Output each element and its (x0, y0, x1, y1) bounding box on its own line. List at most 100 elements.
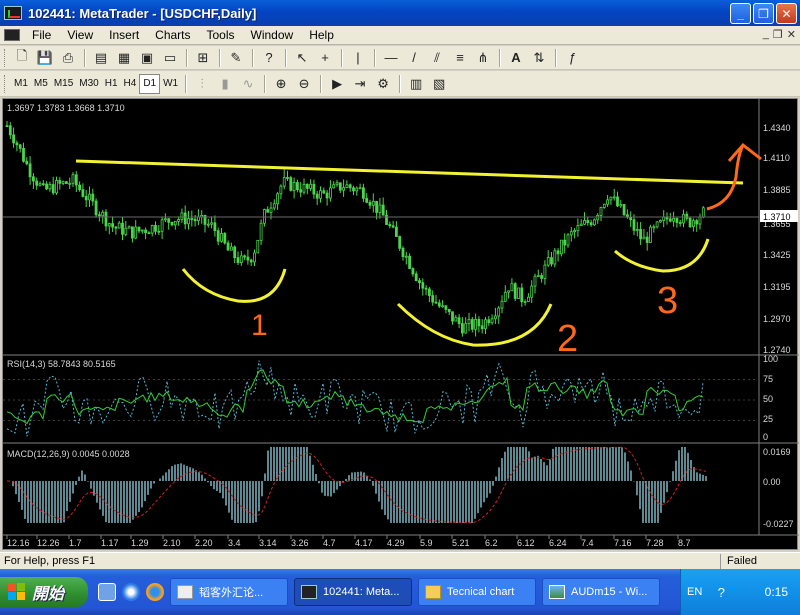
mdi-minimize-icon[interactable]: _ (763, 28, 769, 41)
chart-document-icon[interactable] (4, 29, 20, 41)
horizontal-line-icon[interactable]: — (380, 48, 402, 68)
new-order-icon[interactable]: ⊞ (192, 48, 214, 68)
task-button-image[interactable]: AUDm15 - Wi... (542, 578, 660, 606)
candle-body (556, 250, 560, 255)
candle-body (398, 236, 402, 249)
chart-shift-icon[interactable]: ⇥ (349, 74, 371, 94)
date-tick: 12.26 (37, 538, 60, 548)
mdi-restore-icon[interactable]: ❐ (773, 28, 783, 41)
trend-line-icon[interactable]: / (403, 48, 425, 68)
new-document-icon[interactable]: 🗋 (11, 48, 33, 68)
candle-body (589, 222, 593, 226)
candle-body (137, 226, 141, 232)
menu-window[interactable]: Window (243, 28, 302, 42)
language-indicator[interactable]: EN (687, 586, 702, 598)
vertical-line-icon[interactable]: | (347, 48, 369, 68)
chart-window[interactable]: 1 2 3 1.3697 1.3783 1.3668 1.3710 RSI(14… (2, 98, 799, 551)
candle-body (15, 142, 19, 146)
zoom-in-icon[interactable]: ⊕ (270, 74, 292, 94)
candle-series[interactable] (5, 120, 705, 337)
crosshair-icon[interactable]: + (314, 48, 336, 68)
candle-body (51, 184, 55, 194)
candle-body (371, 200, 375, 206)
candle-body (345, 184, 349, 188)
mdi-close-icon[interactable]: ✕ (787, 28, 796, 41)
timeframe-h1[interactable]: H1 (102, 74, 121, 94)
price-tick: 1.4110 (763, 153, 790, 163)
market-watch-icon[interactable]: ▤ (90, 48, 112, 68)
close-button[interactable]: ✕ (776, 3, 797, 24)
toolbar-grip[interactable] (4, 48, 8, 67)
timeframe-h4[interactable]: H4 (121, 74, 140, 94)
candle-body (698, 216, 702, 225)
candle-body (609, 196, 613, 201)
menu-file[interactable]: File (24, 28, 59, 42)
rsi-indicator[interactable] (3, 360, 759, 437)
task-button-metatrader[interactable]: 102441: Meta... (294, 578, 412, 606)
menu-help[interactable]: Help (301, 28, 342, 42)
indicators-icon[interactable]: ⚙ (372, 74, 394, 94)
timeframe-m5[interactable]: M5 (31, 74, 51, 94)
date-tick: 6.12 (517, 538, 535, 548)
gann-fan-icon[interactable]: ⋔ (472, 48, 494, 68)
minimize-button[interactable]: _ (730, 3, 751, 24)
candle-body (18, 144, 22, 149)
line-chart-icon[interactable]: ∿ (237, 74, 259, 94)
templates-icon[interactable]: ▧ (428, 74, 450, 94)
cursor-icon[interactable]: ↖ (291, 48, 313, 68)
timeframe-d1[interactable]: D1 (139, 73, 161, 94)
terminal-icon[interactable]: ▭ (159, 48, 181, 68)
periods-icon[interactable]: ▥ (405, 74, 427, 94)
candlestick-icon[interactable]: ▮ (214, 74, 236, 94)
expert-advisors-icon[interactable]: ✎ (225, 48, 247, 68)
start-button[interactable]: 開始 (0, 577, 88, 607)
menu-insert[interactable]: Insert (101, 28, 147, 42)
help-balloon-icon[interactable]: ? (710, 582, 732, 602)
candle-body (229, 246, 233, 251)
data-window-icon[interactable]: ▦ (113, 48, 135, 68)
channel-icon[interactable]: ⫽ (426, 48, 448, 68)
maximize-button[interactable]: ❐ (753, 3, 774, 24)
candle-body (507, 290, 511, 293)
function-icon[interactable]: ƒ (561, 48, 583, 68)
charts-toolbar: M1 M5 M15 M30 H1 H4 D1 W1 ⫶ ▮ ∿ ⊕ ⊖ ▶ ⇥ … (0, 71, 800, 97)
candle-body (352, 187, 355, 192)
candle-body (111, 223, 114, 228)
text-icon[interactable]: A (505, 48, 527, 68)
save-icon[interactable]: 💾 (34, 48, 56, 68)
clock: 0:15 (764, 585, 788, 599)
price-tick: 1.2970 (763, 314, 791, 324)
timeframe-w1[interactable]: W1 (160, 74, 181, 94)
print-icon[interactable]: ⎙ (57, 48, 79, 68)
timeframe-m15[interactable]: M15 (51, 74, 76, 94)
price-chart[interactable]: 1 2 3 1.3697 1.3783 1.3668 1.3710 RSI(14… (3, 99, 799, 551)
auto-scroll-icon[interactable]: ▶ (326, 74, 348, 94)
show-desktop-icon[interactable] (98, 583, 116, 601)
candle-body (520, 287, 524, 303)
candle-body (474, 319, 478, 330)
media-player-icon[interactable] (146, 583, 164, 601)
date-tick: 7.28 (646, 538, 664, 548)
navigator-icon[interactable]: ▣ (136, 48, 158, 68)
task-button-folder[interactable]: Tecnical chart (418, 578, 536, 606)
arrow-label-icon[interactable]: ⇅ (528, 48, 550, 68)
current-price-label: 1.3710 (763, 212, 791, 222)
menu-tools[interactable]: Tools (199, 28, 243, 42)
candle-body (124, 227, 128, 235)
internet-explorer-icon[interactable] (122, 583, 140, 601)
toolbar-grip[interactable] (4, 74, 8, 93)
fibonacci-icon[interactable]: ≡ (449, 48, 471, 68)
timeframe-m1[interactable]: M1 (11, 74, 31, 94)
candle-body (332, 184, 336, 189)
date-tick: 4.7 (323, 538, 336, 548)
timeframe-m30[interactable]: M30 (76, 74, 101, 94)
menu-view[interactable]: View (59, 28, 101, 42)
price-tick: 1.3885 (763, 185, 791, 195)
menu-charts[interactable]: Charts (147, 28, 198, 42)
start-label: 開始 (32, 586, 65, 603)
zoom-out-icon[interactable]: ⊖ (293, 74, 315, 94)
task-button-forum[interactable]: 韬客外汇论... (170, 578, 288, 606)
help-icon[interactable]: ? (258, 48, 280, 68)
date-tick: 1.7 (69, 538, 82, 548)
bar-chart-icon[interactable]: ⫶ (191, 74, 213, 94)
